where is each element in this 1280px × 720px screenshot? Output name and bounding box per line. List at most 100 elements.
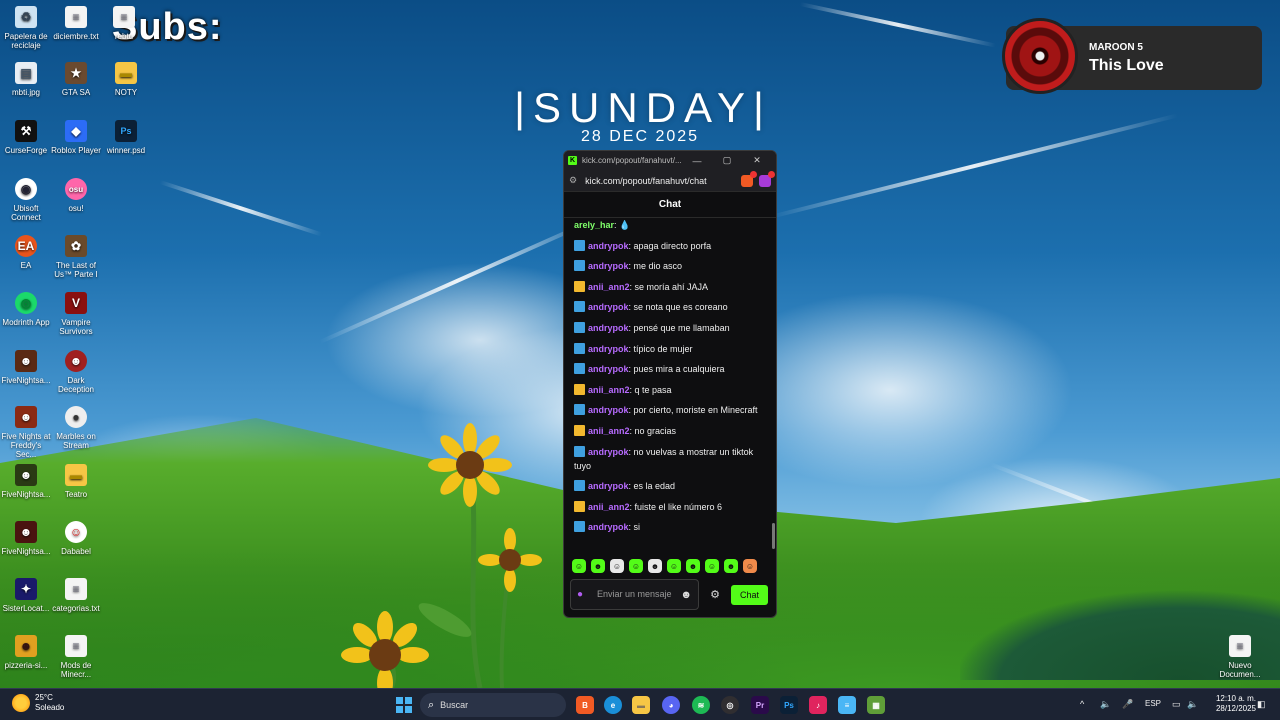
emote-button[interactable]: ☻ bbox=[724, 559, 738, 573]
desktop-icon-roblox[interactable]: ◆ Roblox Player bbox=[50, 120, 102, 155]
chat-username[interactable]: andrypok bbox=[588, 261, 629, 271]
chat-username[interactable]: anii_ann2 bbox=[588, 282, 630, 292]
desktop-icon-noty[interactable]: ▬ NOTY bbox=[100, 62, 152, 97]
desktop-icon-categorias[interactable]: ≡ categorias.txt bbox=[50, 578, 102, 613]
desktop-icon-sister[interactable]: ✦ SisterLocat... bbox=[0, 578, 52, 613]
desktop-icon-dark-deception[interactable]: ☻ Dark Deception bbox=[50, 350, 102, 394]
weather-widget[interactable]: 25°C Soleado bbox=[12, 693, 64, 713]
chat-username[interactable]: andrypok bbox=[588, 344, 629, 354]
chat-username[interactable]: anii_ann2 bbox=[588, 502, 630, 512]
notification-bell-icon[interactable]: ◧ bbox=[1257, 699, 1266, 710]
brave-shield-icon[interactable] bbox=[741, 170, 757, 187]
chat-message-list[interactable]: arely_har: 💧 andrypok: apaga directo porf… bbox=[564, 218, 770, 548]
spotify-icon[interactable]: ≋ bbox=[692, 696, 710, 714]
emote-button[interactable]: ☺ bbox=[743, 559, 757, 573]
tlou-game-icon: ✿ bbox=[65, 235, 87, 257]
desktop-icon-nuevo[interactable]: ≡ Nuevo Documen... bbox=[1214, 635, 1266, 679]
chat-username[interactable]: andrypok bbox=[588, 302, 629, 312]
desktop-icon-fnaf2[interactable]: ☻ FiveNightsa... bbox=[0, 464, 52, 499]
emote-button[interactable]: ☺ bbox=[610, 559, 624, 573]
desktop-icon-label: Roblox Player bbox=[51, 146, 101, 155]
chat-username[interactable]: andrypok bbox=[588, 364, 629, 374]
emote-button[interactable]: ☻ bbox=[591, 559, 605, 573]
desktop-icon-label: SisterLocat... bbox=[2, 604, 50, 613]
desktop-icon-modrinth[interactable]: ◎ Modrinth App bbox=[0, 292, 52, 327]
desktop-icon-mods[interactable]: ≡ Mods de Minecr... bbox=[50, 635, 102, 679]
send-chat-button[interactable]: Chat bbox=[731, 584, 768, 605]
desktop-icon-diciembre[interactable]: ≡ diciembre.txt bbox=[50, 6, 102, 41]
discord-icon[interactable]: ◕ bbox=[662, 696, 680, 714]
brave-browser-icon[interactable]: B bbox=[576, 696, 594, 714]
desktop-icon-mbti[interactable]: ▤ mbti.jpg bbox=[0, 62, 52, 97]
desktop-icon-curseforge[interactable]: ⚒ CurseForge bbox=[0, 120, 52, 155]
window-titlebar[interactable]: K kick.com/popout/fanahuvt/... — ▢ ✕ bbox=[564, 151, 776, 170]
chat-message: andrypok: me dio asco bbox=[574, 259, 764, 273]
text-file-icon: ≡ bbox=[65, 635, 87, 657]
desktop-icon-vampire[interactable]: V Vampire Survivors bbox=[50, 292, 102, 336]
desktop-icon-pizzeria[interactable]: ☻ pizzeria-si... bbox=[0, 635, 52, 670]
chat-username[interactable]: andrypok bbox=[588, 241, 629, 251]
emote-button[interactable]: ☺ bbox=[629, 559, 643, 573]
desktop-icon-tlou[interactable]: ✿ The Last of Us™ Parte I bbox=[50, 235, 102, 279]
maximize-button[interactable]: ▢ bbox=[712, 155, 742, 166]
desktop-icon-marbles[interactable]: ● Marbles on Stream bbox=[50, 406, 102, 450]
desktop-icon-winner[interactable]: Ps winner.psd bbox=[100, 120, 152, 155]
chat-username[interactable]: anii_ann2 bbox=[588, 426, 630, 436]
desktop-icon-osu[interactable]: osu osu! bbox=[50, 178, 102, 213]
emote-button[interactable]: ☺ bbox=[705, 559, 719, 573]
chat-username[interactable]: andrypok bbox=[588, 481, 629, 491]
desktop-icon-dababel[interactable]: ☺ Dababel bbox=[50, 521, 102, 556]
minimize-button[interactable]: — bbox=[682, 156, 712, 166]
chat-username[interactable]: arely_har bbox=[574, 220, 614, 230]
site-settings-icon[interactable]: ⚙ bbox=[569, 175, 577, 186]
desktop-icon-ubisoft[interactable]: ◉ Ubisoft Connect bbox=[0, 178, 52, 222]
desktop-icon-ea[interactable]: EA EA bbox=[0, 235, 52, 270]
emote-button[interactable]: ☻ bbox=[686, 559, 700, 573]
close-button[interactable]: ✕ bbox=[742, 155, 772, 166]
emote-button[interactable]: ☺ bbox=[572, 559, 586, 573]
desktop-icon-fnaf-pier[interactable]: ☻ Five Nights at Freddy's Sec... bbox=[0, 406, 52, 459]
taskbar-clock[interactable]: 12:10 a. m. 28/12/2025 bbox=[1204, 694, 1256, 714]
desktop-icon-label: Modrinth App bbox=[2, 318, 50, 327]
volume-icon[interactable]: 🔈 bbox=[1187, 699, 1198, 710]
tray-chevron-icon[interactable]: ^ bbox=[1080, 699, 1084, 709]
desktop-icon-teatro[interactable]: ▬ Teatro bbox=[50, 464, 102, 499]
emoji-picker-icon[interactable]: ☻ bbox=[680, 589, 692, 601]
edge-browser-icon[interactable]: e bbox=[604, 696, 622, 714]
chat-scrollbar[interactable] bbox=[772, 523, 775, 549]
file-explorer-icon[interactable]: ▬ bbox=[632, 696, 650, 714]
language-indicator[interactable]: ESP bbox=[1145, 699, 1161, 708]
microphone-tray-icon[interactable]: 🎤 bbox=[1122, 699, 1133, 710]
rewards-triangle-icon[interactable] bbox=[759, 170, 775, 187]
emote-button[interactable]: ☻ bbox=[648, 559, 662, 573]
chat-username[interactable]: andrypok bbox=[588, 447, 629, 457]
display-icon[interactable]: ▭ bbox=[1172, 699, 1181, 710]
desktop-icon-gta[interactable]: ★ GTA SA bbox=[50, 62, 102, 97]
windows-start-icon[interactable] bbox=[396, 697, 412, 713]
chat-message-text: : pues mira a cualquiera bbox=[628, 364, 725, 375]
desktop-icon-fnaf3[interactable]: ☻ FiveNightsa... bbox=[0, 521, 52, 556]
chat-settings-gear-icon[interactable]: ⚙ bbox=[699, 588, 731, 601]
kick-logo-icon: K bbox=[568, 156, 577, 165]
desktop-icon-rebtu[interactable]: ≡ rebtu bbox=[98, 6, 150, 41]
text-file-icon: ≡ bbox=[1229, 635, 1251, 657]
photoshop-icon[interactable]: Ps bbox=[780, 696, 798, 714]
chat-username[interactable]: andrypok bbox=[588, 522, 629, 532]
chat-message-input[interactable]: ● Enviar un mensaje ☻ bbox=[570, 579, 699, 610]
premiere-pro-icon[interactable]: Pr bbox=[751, 696, 769, 714]
desktop-icon-fnaf1[interactable]: ☻ FiveNightsa... bbox=[0, 350, 52, 385]
chat-username[interactable]: andrypok bbox=[588, 405, 629, 415]
notepad-icon[interactable]: ≡ bbox=[838, 696, 856, 714]
minecraft-icon[interactable]: ▦ bbox=[867, 696, 885, 714]
tiktok-icon[interactable]: ♪ bbox=[809, 696, 827, 714]
microphone-icon[interactable]: ● bbox=[577, 589, 587, 600]
url-text[interactable]: kick.com/popout/fanahuvt/chat bbox=[585, 176, 735, 186]
chat-username[interactable]: andrypok bbox=[588, 323, 629, 333]
chat-username[interactable]: anii_ann2 bbox=[588, 385, 630, 395]
emote-button[interactable]: ☺ bbox=[667, 559, 681, 573]
speaker-icon[interactable]: 🔈 bbox=[1100, 699, 1111, 710]
curseforge-icon: ⚒ bbox=[15, 120, 37, 142]
obs-studio-icon[interactable]: ◎ bbox=[721, 696, 739, 714]
taskbar-search-box[interactable]: ⌕ Buscar bbox=[420, 693, 566, 717]
desktop-icon-papelera[interactable]: ♻ Papelera de reciclaje bbox=[0, 6, 52, 50]
